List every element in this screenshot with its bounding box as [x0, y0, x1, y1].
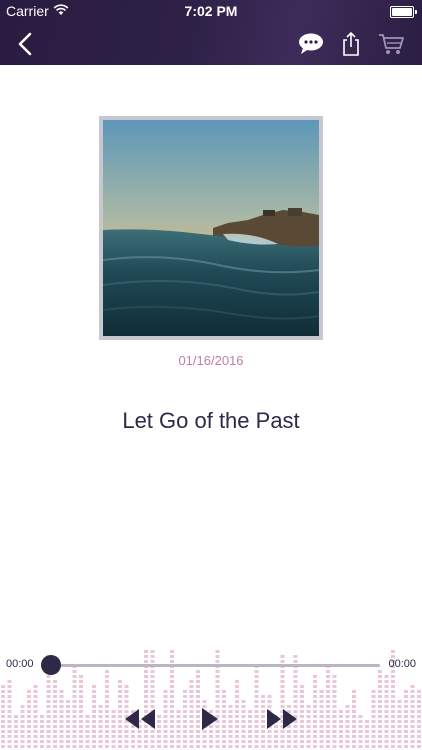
album-artwork — [99, 116, 323, 340]
share-icon — [343, 31, 359, 56]
visualizer-bar — [410, 685, 415, 748]
visualizer-bar — [33, 685, 38, 748]
visualizer-bar — [85, 715, 90, 748]
status-time: 7:02 PM — [184, 3, 238, 19]
visualizer-bar — [222, 690, 226, 748]
visualizer-bar — [404, 690, 408, 748]
progress-track[interactable] — [48, 664, 380, 667]
visualizer-bar — [20, 705, 25, 748]
elapsed-time: 00:00 — [6, 658, 34, 670]
progress-knob[interactable] — [41, 655, 61, 675]
comments-button[interactable] — [296, 30, 326, 58]
visualizer-bar — [163, 690, 168, 748]
visualizer-bar — [92, 685, 96, 748]
visualizer-bar — [79, 675, 83, 748]
visualizer-bar — [352, 690, 356, 748]
rewind-button[interactable] — [122, 705, 158, 733]
track-title: Let Go of the Past — [122, 408, 300, 433]
navigation-bar: Carrier 7:02 PM — [0, 0, 422, 65]
visualizer-bar — [14, 715, 18, 748]
visualizer-bar — [397, 700, 402, 748]
visualizer-bar — [417, 690, 421, 748]
visualizer-bar — [345, 705, 350, 748]
back-chevron-icon — [18, 32, 32, 56]
visualizer-bar — [384, 675, 389, 748]
visualizer-bar — [313, 675, 317, 748]
battery-icon — [390, 6, 417, 18]
visualizer-bar — [306, 705, 311, 748]
visualizer-bar — [7, 680, 12, 748]
back-button[interactable] — [10, 30, 40, 58]
visualizer-bar — [326, 665, 330, 748]
visualizer-bar — [339, 710, 343, 748]
visualizer-bar — [241, 700, 246, 748]
visualizer-bar — [189, 680, 194, 748]
visualizer-bar — [72, 665, 77, 748]
visualizer-bar — [319, 690, 324, 748]
track-date: 01/16/2016 — [178, 353, 244, 368]
visualizer-bar — [254, 665, 259, 748]
visualizer-bar — [358, 715, 363, 748]
visualizer-bar — [293, 655, 298, 748]
play-icon — [202, 708, 218, 730]
rewind-icon — [125, 709, 155, 729]
chat-bubble-icon — [299, 33, 323, 54]
visualizer-bar — [332, 675, 337, 748]
visualizer-bar — [105, 670, 109, 748]
play-button[interactable] — [198, 705, 222, 733]
duration-time: 00:00 — [388, 658, 416, 670]
visualizer-bar — [176, 710, 181, 748]
visualizer-bar — [66, 700, 70, 748]
visualizer-bar — [378, 670, 382, 748]
fast-forward-button[interactable] — [264, 705, 300, 733]
visualizer-bar — [300, 685, 304, 748]
visualizer-bar — [27, 690, 31, 748]
status-bar: Carrier 7:02 PM — [0, 0, 422, 22]
fast-forward-icon — [267, 709, 297, 729]
share-button[interactable] — [336, 30, 366, 58]
visualizer-bar — [371, 690, 376, 748]
visualizer-bar — [365, 720, 369, 748]
visualizer-bar — [40, 715, 44, 748]
visualizer-bar — [183, 690, 187, 748]
visualizer-bar — [111, 710, 116, 748]
cart-icon — [379, 34, 404, 54]
audio-visualizer — [1, 650, 421, 748]
ocean-wave-image — [103, 120, 319, 336]
cart-button[interactable] — [376, 30, 406, 58]
visualizer-bar — [228, 705, 233, 748]
visualizer-bar — [98, 705, 103, 748]
visualizer-bar — [1, 685, 5, 748]
visualizer-bar — [59, 690, 64, 748]
visualizer-bar — [235, 680, 239, 748]
visualizer-bar — [280, 655, 285, 748]
visualizer-bar — [248, 710, 252, 748]
visualizer-bar — [53, 680, 57, 748]
